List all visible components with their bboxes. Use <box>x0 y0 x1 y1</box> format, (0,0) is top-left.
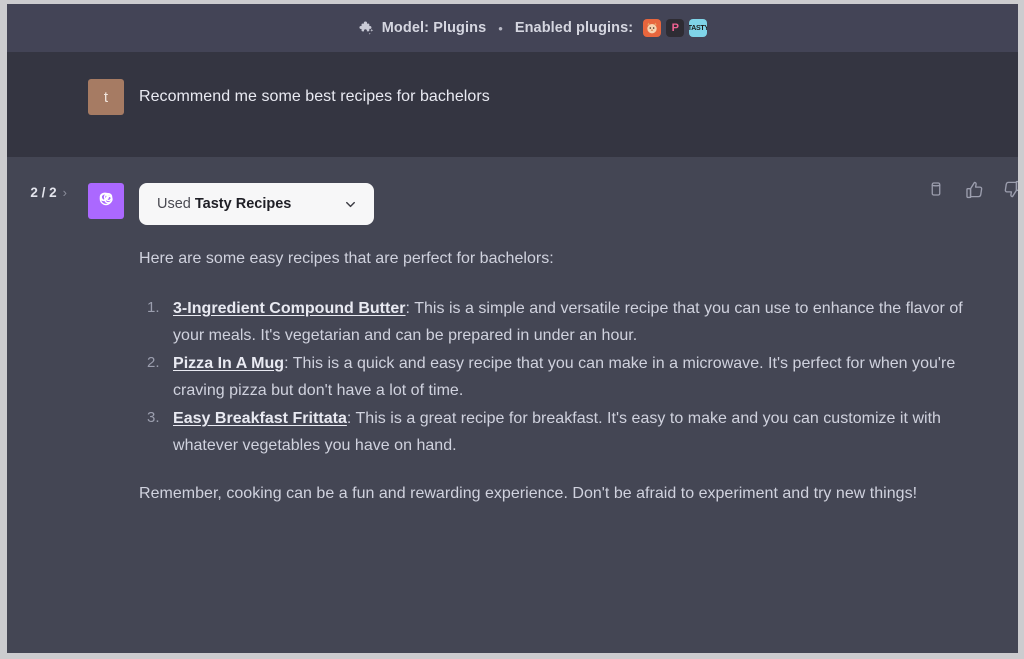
speak-plugin-badge[interactable] <box>643 19 662 37</box>
recipe-description: : This is a quick and easy recipe that y… <box>173 354 956 400</box>
model-plugins-bar: Model: Plugins • Enabled plugins: P TAST… <box>7 4 1018 52</box>
list-item: Easy Breakfast Frittata: This is a great… <box>147 405 988 460</box>
user-message-body: Recommend me some best recipes for bache… <box>139 79 1018 110</box>
enabled-plugins-label: Enabled plugins: <box>514 20 634 36</box>
outro-paragraph: Remember, cooking can be a fun and rewar… <box>139 484 918 502</box>
intro-paragraph: Here are some easy recipes that are perf… <box>139 250 554 267</box>
pager-count: 2 / 2 <box>30 185 57 200</box>
copy-icon[interactable] <box>926 179 946 199</box>
avatar <box>88 183 124 219</box>
message-actions <box>926 179 1018 199</box>
used-plugin-label: Used Tasty Recipes <box>157 196 291 212</box>
user-message-row: t Recommend me some best recipes for bac… <box>7 52 1018 157</box>
user-gutter <box>7 79 73 81</box>
list-item: Pizza In A Mug: This is a quick and easy… <box>147 350 988 405</box>
prompt-perfect-plugin-badge[interactable]: P <box>666 19 685 37</box>
chevron-right-icon[interactable]: › <box>63 185 67 200</box>
topbar-separator: • <box>498 20 503 36</box>
used-prefix: Used <box>157 196 191 212</box>
recipe-link[interactable]: Pizza In A Mug <box>173 355 284 372</box>
thumbs-down-icon[interactable] <box>1002 179 1018 199</box>
chat-window: Model: Plugins • Enabled plugins: P TAST… <box>7 4 1018 653</box>
used-plugin-name: Tasty Recipes <box>194 196 292 212</box>
assistant-prose: Here are some easy recipes that are perf… <box>139 245 988 507</box>
recipe-link[interactable]: Easy Breakfast Frittata <box>173 410 347 427</box>
user-message-text: Recommend me some best recipes for bache… <box>139 88 490 105</box>
enabled-plugins-list: P TASTY <box>643 19 708 37</box>
list-item: 3-Ingredient Compound Butter: This is a … <box>147 295 988 350</box>
model-label: Model: Plugins <box>381 20 487 36</box>
message-pager[interactable]: 2 / 2 › <box>7 183 73 200</box>
assistant-message-body: Used Tasty Recipes Here are some easy re… <box>139 183 1018 526</box>
user-avatar-column: t <box>73 79 139 115</box>
tasty-recipes-plugin-badge[interactable]: TASTY <box>689 19 708 37</box>
recipe-link[interactable]: 3-Ingredient Compound Butter <box>173 300 406 317</box>
avatar: t <box>88 79 124 115</box>
window-frame: Model: Plugins • Enabled plugins: P TAST… <box>0 0 1024 659</box>
puzzle-piece-icon <box>358 20 375 37</box>
thumbs-up-icon[interactable] <box>964 179 984 199</box>
chevron-down-icon[interactable] <box>343 197 358 212</box>
used-plugin-disclosure[interactable]: Used Tasty Recipes <box>139 183 374 225</box>
assistant-avatar-column <box>73 183 139 219</box>
openai-logo-icon <box>94 187 118 216</box>
assistant-message-row: 2 / 2 › Used Tasty Recipes Here are some… <box>7 157 1018 653</box>
recipe-list: 3-Ingredient Compound Butter : This is a … <box>139 295 988 460</box>
